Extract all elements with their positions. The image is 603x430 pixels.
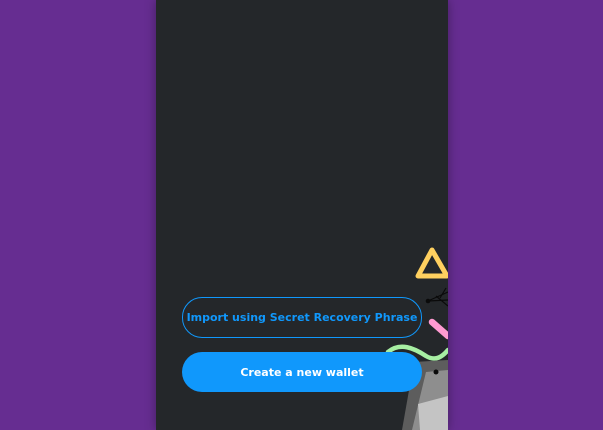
onboarding-panel: Import using Secret Recovery Phrase Crea… [156,0,448,430]
screen-background: Import using Secret Recovery Phrase Crea… [0,0,603,430]
pill-shape [428,318,448,340]
triangle-shape [415,247,448,279]
dot-shape [425,298,431,304]
create-wallet-button[interactable]: Create a new wallet [182,352,422,392]
import-wallet-button[interactable]: Import using Secret Recovery Phrase [182,297,422,338]
spike-lines [427,287,448,307]
